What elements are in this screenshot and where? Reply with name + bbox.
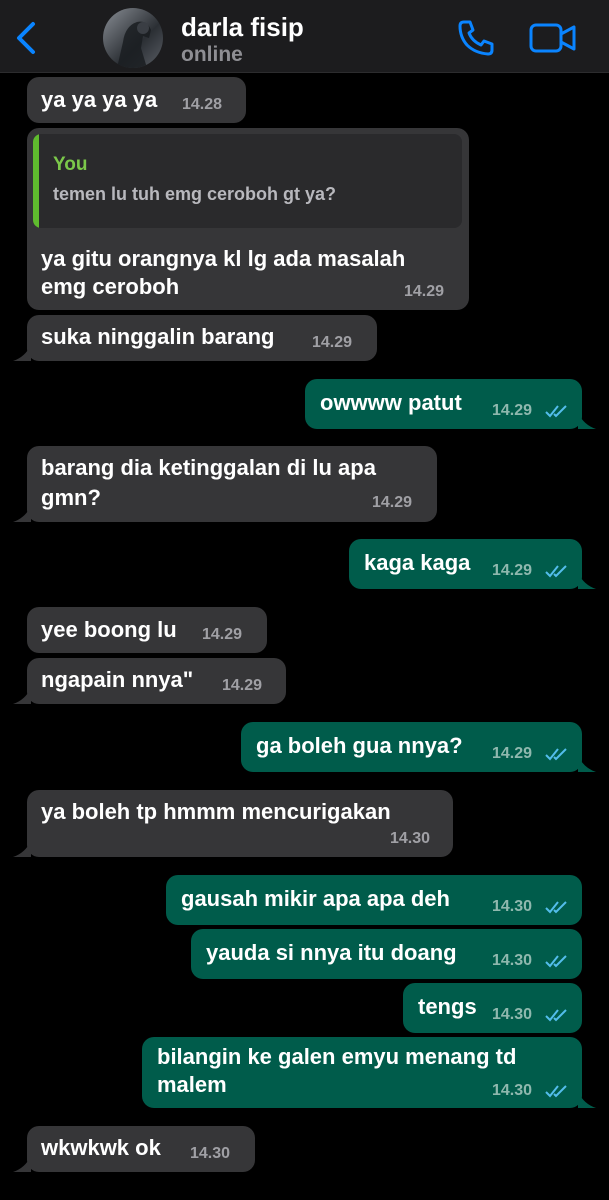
bubble-tail <box>13 345 31 361</box>
message-incoming[interactable]: wkwkwk ok 14.30 <box>13 1126 255 1172</box>
message-text: kaga kaga <box>364 550 471 575</box>
read-receipt-icon <box>545 405 567 418</box>
bubble-tail <box>13 688 31 704</box>
message-time: 14.30 <box>492 952 533 969</box>
bubble-tail <box>578 1092 596 1108</box>
message-text-line: gmn? <box>41 485 101 510</box>
message-time: 14.30 <box>190 1145 231 1162</box>
message-outgoing[interactable]: tengs 14.30 <box>403 983 582 1033</box>
quoted-message[interactable]: You temen lu tuh emg ceroboh gt ya? <box>33 134 462 228</box>
message-outgoing[interactable]: bilangin ke galen emyu menang td malem 1… <box>142 1037 596 1108</box>
message-outgoing[interactable]: gausah mikir apa apa deh 14.30 <box>166 875 582 925</box>
message-outgoing[interactable]: yauda si nnya itu doang 14.30 <box>191 929 582 979</box>
message-text-line: barang dia ketinggalan di lu apa <box>41 455 376 480</box>
quote-text: temen lu tuh emg ceroboh gt ya? <box>53 184 337 204</box>
message-time: 14.29 <box>372 494 413 511</box>
message-incoming[interactable]: ngapain nnya" 14.29 <box>13 658 286 704</box>
bubble-tail <box>578 413 596 429</box>
message-incoming[interactable]: yee boong lu 14.29 <box>27 607 267 653</box>
back-chevron-icon[interactable] <box>12 20 42 56</box>
message-text: wkwkwk ok <box>41 1135 161 1160</box>
message-incoming[interactable]: ya ya ya ya 14.28 <box>27 77 246 123</box>
quote-author: You <box>53 154 88 175</box>
message-time: 14.30 <box>492 1006 533 1023</box>
message-incoming[interactable]: barang dia ketinggalan di lu apa gmn? 14… <box>13 446 437 522</box>
message-time: 14.28 <box>182 96 223 113</box>
read-receipt-icon <box>545 1085 567 1098</box>
message-text-line: bilangin ke galen emyu menang td <box>157 1044 517 1069</box>
message-time: 14.29 <box>404 283 445 300</box>
message-text-line: emg ceroboh <box>41 274 180 299</box>
message-outgoing[interactable]: kaga kaga 14.29 <box>349 539 596 589</box>
message-time: 14.30 <box>492 1082 533 1099</box>
read-receipt-icon <box>545 955 567 968</box>
avatar[interactable] <box>103 8 163 68</box>
message-time: 14.30 <box>492 898 533 915</box>
bubble-tail <box>13 841 31 857</box>
message-text-line: malem <box>157 1072 227 1097</box>
message-time: 14.29 <box>202 626 243 643</box>
message-text: owwww patut <box>320 390 462 415</box>
contact-name[interactable]: darla fisip <box>181 12 304 43</box>
read-receipt-icon <box>545 1009 567 1022</box>
message-time: 14.30 <box>390 830 431 847</box>
message-incoming[interactable]: suka ninggalin barang 14.29 <box>13 315 377 361</box>
message-time: 14.29 <box>312 334 353 351</box>
quote-bar <box>33 134 39 228</box>
read-receipt-icon <box>545 565 567 578</box>
message-text: tengs <box>418 994 477 1019</box>
bubble-tail <box>578 573 596 589</box>
message-text: ya boleh tp hmmm mencurigakan <box>41 799 391 824</box>
message-time: 14.29 <box>492 562 533 579</box>
message-text: ngapain nnya" <box>41 667 194 692</box>
message-text: ga boleh gua nnya? <box>256 733 463 758</box>
bubble-tail <box>13 1156 31 1172</box>
message-incoming-reply[interactable]: You temen lu tuh emg ceroboh gt ya? ya g… <box>27 128 469 310</box>
message-time: 14.29 <box>222 677 263 694</box>
message-time: 14.29 <box>492 745 533 762</box>
message-time: 14.29 <box>492 402 533 419</box>
message-text: yauda si nnya itu doang <box>206 940 457 965</box>
message-text: ya ya ya ya <box>41 87 158 112</box>
read-receipt-icon <box>545 901 567 914</box>
bubble-tail <box>578 756 596 772</box>
video-camera-icon[interactable] <box>528 20 578 56</box>
message-outgoing[interactable]: ga boleh gua nnya? 14.29 <box>241 722 596 772</box>
message-incoming[interactable]: ya boleh tp hmmm mencurigakan 14.30 <box>13 790 453 857</box>
message-text: yee boong lu <box>41 617 177 642</box>
message-text: suka ninggalin barang <box>41 324 275 349</box>
phone-icon[interactable] <box>455 17 497 59</box>
message-text: gausah mikir apa apa deh <box>181 886 450 911</box>
read-receipt-icon <box>545 748 567 761</box>
contact-status: online <box>181 43 243 66</box>
chat-header: darla fisip online <box>0 0 609 73</box>
bubble-tail <box>13 506 31 522</box>
message-outgoing[interactable]: owwww patut 14.29 <box>305 379 596 429</box>
message-text-line: ya gitu orangnya kl lg ada masalah <box>41 246 406 271</box>
